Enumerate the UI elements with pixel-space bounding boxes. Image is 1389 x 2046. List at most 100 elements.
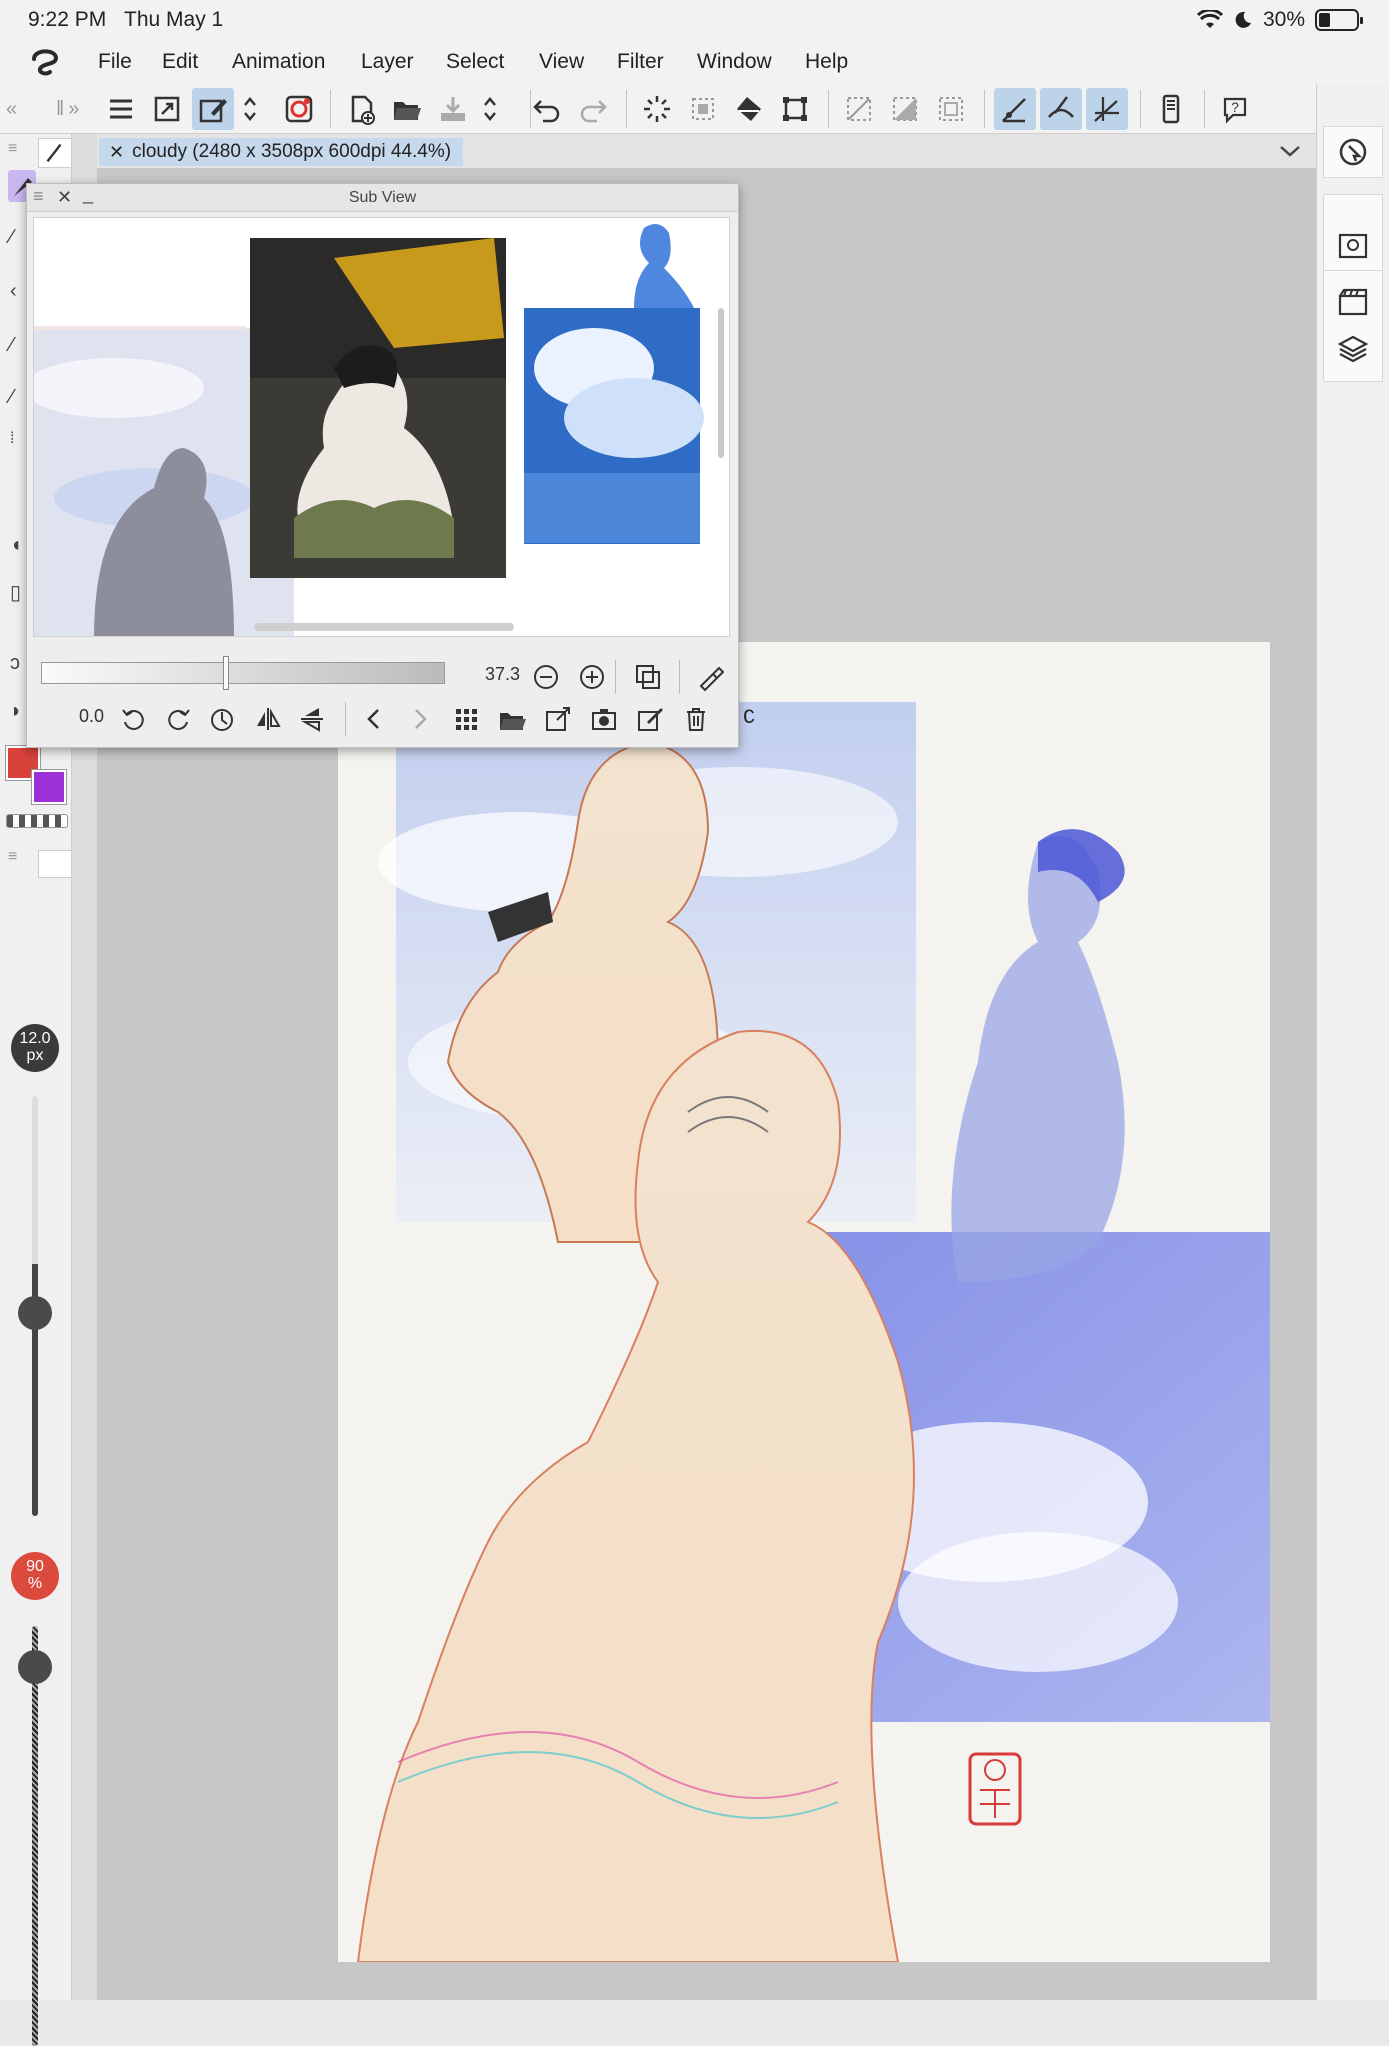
reference-collage	[34, 224, 724, 636]
menu-select[interactable]: Select	[446, 50, 504, 74]
menu-help[interactable]: Help	[805, 50, 848, 74]
snap-special-ruler-icon[interactable]	[1040, 88, 1082, 130]
svg-text:?: ?	[1231, 99, 1239, 115]
menu-edit[interactable]: Edit	[162, 50, 198, 74]
document-tab[interactable]: ✕ cloudy (2480 x 3508px 600dpi 44.4%)	[99, 138, 464, 166]
save-options-icon[interactable]	[478, 88, 502, 130]
zoom-in-icon[interactable]	[577, 662, 607, 692]
canvas-artwork[interactable]: REC	[338, 642, 1270, 1962]
brush-size-badge[interactable]: 12.0 px	[11, 1024, 59, 1072]
navigator-icon[interactable]	[1323, 126, 1383, 178]
menu-filter[interactable]: Filter	[617, 50, 664, 74]
opacity-slider[interactable]	[32, 1626, 38, 2046]
previous-image-icon[interactable]	[359, 704, 389, 734]
deselect-icon[interactable]	[838, 88, 880, 130]
fit-view-icon[interactable]	[633, 662, 663, 692]
panel-grip-icon[interactable]: ‖»	[56, 98, 83, 121]
open-in-canvas-icon[interactable]	[543, 704, 573, 734]
layers-icon[interactable]	[1336, 332, 1370, 366]
timeline-icon[interactable]	[1336, 286, 1370, 320]
zoom-slider[interactable]	[41, 662, 445, 684]
sub-view-panel-icon[interactable]	[1336, 229, 1370, 263]
reset-rotation-icon[interactable]	[207, 704, 237, 734]
wifi-icon	[1196, 10, 1223, 28]
transparent-color-swatch[interactable]	[6, 814, 68, 828]
zoom-slider-handle[interactable]	[223, 656, 229, 690]
menu-bar: File Edit Animation Layer Select View Fi…	[0, 40, 1389, 84]
transform-icon[interactable]	[774, 88, 816, 130]
battery-percent: 30%	[1262, 8, 1305, 31]
collapse-left-arrows-icon[interactable]: «	[6, 98, 21, 121]
timeline-layer-group	[1323, 270, 1383, 382]
document-tab-title: cloudy (2480 x 3508px 600dpi 44.4%)	[132, 141, 452, 162]
opacity-slider-knob[interactable]	[18, 1650, 52, 1684]
tab-list-chevron-icon[interactable]	[1278, 142, 1302, 160]
edit-mode-icon[interactable]	[192, 88, 234, 130]
status-time: 9:22 PM	[28, 8, 107, 31]
fill-icon[interactable]	[728, 88, 770, 130]
menu-animation[interactable]: Animation	[232, 50, 325, 74]
pen-tab-icon[interactable]	[38, 138, 72, 168]
flip-vertical-icon[interactable]	[297, 704, 327, 734]
right-panel-dock	[1316, 84, 1389, 2000]
menu-icon[interactable]	[100, 88, 142, 130]
image-grid-icon[interactable]	[451, 704, 481, 734]
zoom-value: 37.3	[485, 664, 521, 684]
status-bar: 9:22 PM Thu May 1 30%	[0, 0, 1389, 40]
sub-view-window[interactable]: ≡ ✕ _ Sub View 37.3 0.0	[26, 183, 739, 748]
brush-size-unit: px	[26, 1047, 44, 1064]
open-file-icon[interactable]	[386, 88, 428, 130]
new-file-icon[interactable]	[340, 88, 382, 130]
rotation-value: 0.0	[79, 706, 105, 726]
brush-size-slider-knob[interactable]	[18, 1296, 52, 1330]
rotate-right-icon[interactable]	[163, 704, 193, 734]
companion-mode-icon[interactable]	[278, 88, 320, 130]
opacity-badge[interactable]: 90 %	[11, 1552, 59, 1600]
menu-layer[interactable]: Layer	[361, 50, 414, 74]
opacity-value: 90	[26, 1558, 44, 1575]
delete-image-icon[interactable]	[681, 704, 711, 734]
import-image-icon[interactable]	[497, 704, 527, 734]
sub-view-titlebar[interactable]: ≡ ✕ _ Sub View	[27, 184, 738, 212]
artwork-illustration: REC	[356, 702, 1270, 1962]
camera-icon[interactable]	[589, 704, 619, 734]
invert-selection-icon[interactable]	[884, 88, 926, 130]
selection-border-icon[interactable]	[930, 88, 972, 130]
property-grip-icon[interactable]: ≡	[8, 848, 17, 866]
reference-image[interactable]	[33, 217, 730, 637]
menu-view[interactable]: View	[539, 50, 584, 74]
undo-icon[interactable]	[526, 88, 568, 130]
moon-icon	[1235, 11, 1251, 28]
brush-size-tab-icon[interactable]	[38, 850, 72, 878]
save-icon[interactable]	[432, 88, 474, 130]
close-tab-icon[interactable]: ✕	[109, 138, 124, 166]
smartphone-connect-icon[interactable]	[1150, 88, 1192, 130]
redo-icon[interactable]	[572, 88, 614, 130]
expand-arrows-icon[interactable]	[238, 88, 262, 130]
palette-grip-icon[interactable]: ≡	[8, 140, 17, 158]
canvas-resize-icon[interactable]	[146, 88, 188, 130]
eyedropper-icon[interactable]	[695, 662, 725, 692]
rotate-left-icon[interactable]	[119, 704, 149, 734]
next-image-icon[interactable]	[405, 704, 435, 734]
menu-window[interactable]: Window	[697, 50, 772, 74]
opacity-unit: %	[27, 1575, 43, 1592]
sub-color-swatch[interactable]	[31, 769, 67, 805]
clear-icon[interactable]	[636, 88, 678, 130]
clear-outside-icon[interactable]	[682, 88, 724, 130]
document-tab-bar: ✕ cloudy (2480 x 3508px 600dpi 44.4%)	[97, 134, 1316, 168]
status-date: Thu May 1	[124, 8, 224, 31]
edit-image-icon[interactable]	[635, 704, 665, 734]
menu-file[interactable]: File	[98, 50, 132, 74]
snap-ruler-icon[interactable]	[994, 88, 1036, 130]
status-right: 30%	[1196, 8, 1363, 32]
battery-icon	[1315, 9, 1363, 31]
flip-horizontal-icon[interactable]	[253, 704, 283, 734]
zoom-out-icon[interactable]	[531, 662, 561, 692]
snap-grid-icon[interactable]	[1086, 88, 1128, 130]
help-icon[interactable]: ?	[1214, 88, 1256, 130]
brush-size-value: 12.0	[19, 1030, 51, 1047]
sub-view-title: Sub View	[348, 189, 417, 206]
app-logo-icon[interactable]	[28, 45, 62, 79]
command-bar: « ‖» ?	[0, 84, 1389, 134]
